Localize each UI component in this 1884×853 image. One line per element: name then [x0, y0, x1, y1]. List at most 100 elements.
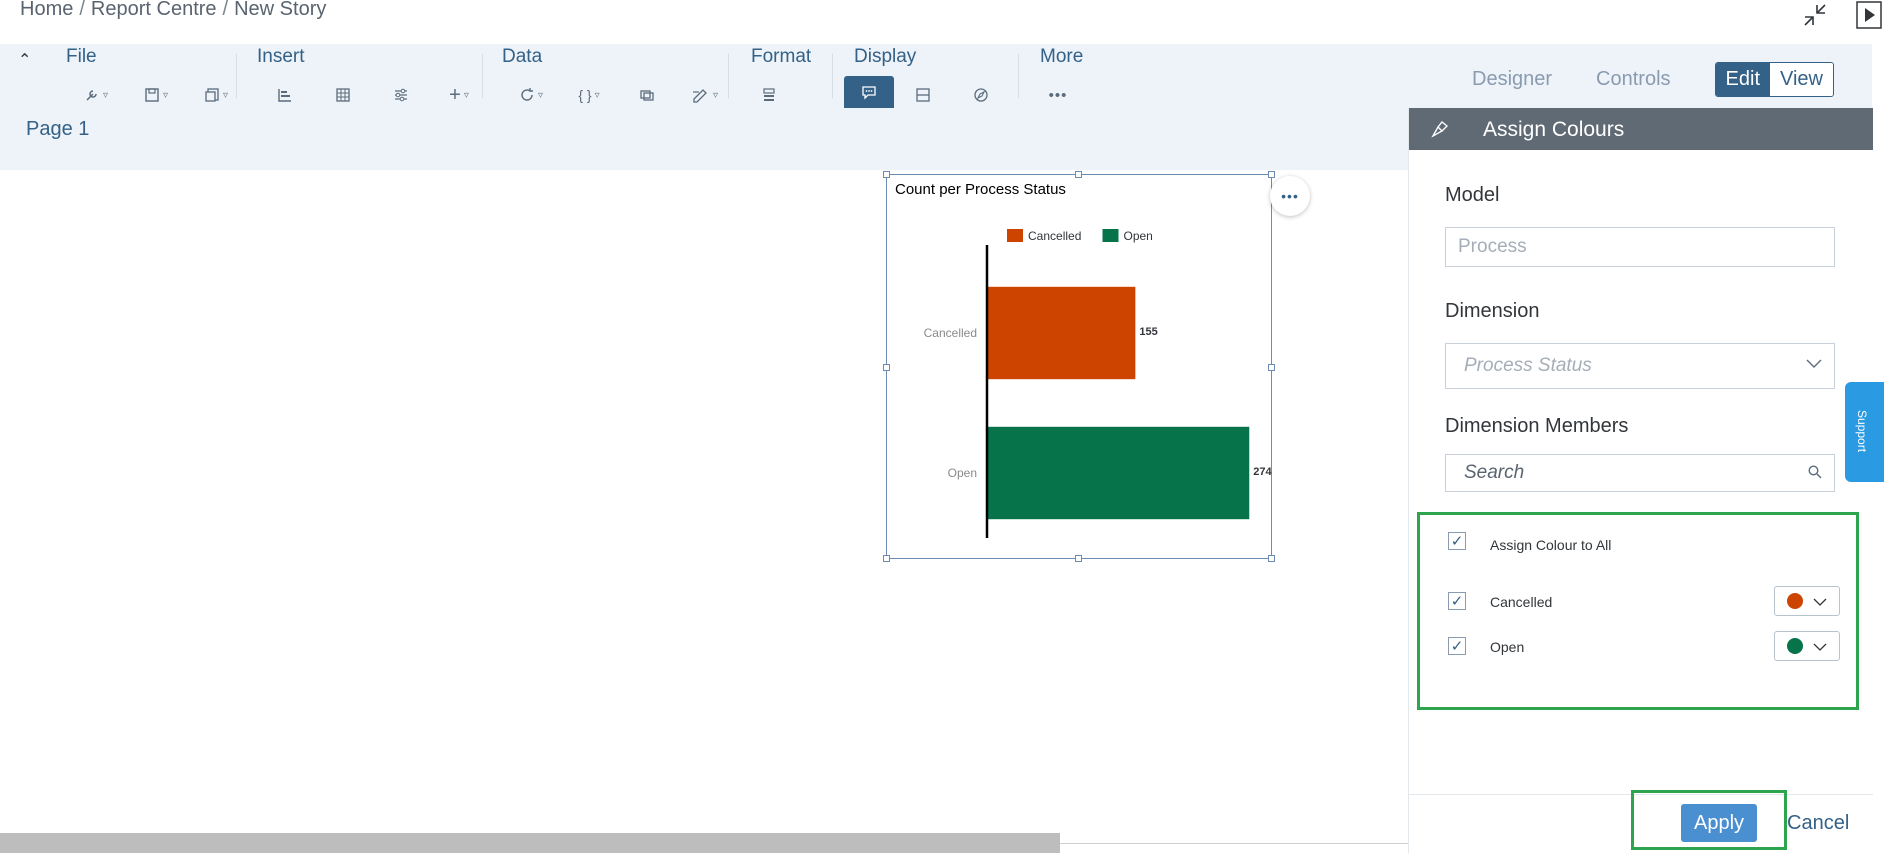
paint-brush-icon [1429, 120, 1449, 145]
legend-swatch [1007, 229, 1023, 242]
legend-swatch [1102, 229, 1119, 242]
toolbar-divider [482, 54, 483, 98]
panel-title: Assign Colours [1483, 118, 1625, 141]
breadcrumb: Home / Report Centre / New Story [20, 0, 326, 21]
resize-handle[interactable] [1075, 555, 1082, 562]
cancelled-checkbox[interactable]: ✓ [1448, 592, 1466, 610]
colour-swatch [1787, 638, 1803, 654]
collapse-fullscreen-icon[interactable] [1800, 0, 1830, 30]
category-label: Open [948, 466, 977, 480]
mode-tabs: Designer Controls Edit View [1472, 62, 1834, 97]
data-menu-label[interactable]: Data [502, 46, 542, 68]
page-tab-strip: Page 1 [0, 108, 1408, 170]
present-play-icon[interactable] [1854, 0, 1884, 30]
model-field: Process [1445, 227, 1835, 267]
dimension-label: Dimension [1445, 300, 1540, 322]
chevron-down-icon [1806, 356, 1822, 374]
designer-tab[interactable]: Designer [1472, 68, 1552, 91]
resize-handle[interactable] [1268, 364, 1275, 371]
insert-menu-label[interactable]: Insert [257, 46, 305, 68]
format-menu-label[interactable]: Format [751, 46, 811, 68]
legend-label: Open [1124, 229, 1153, 243]
legend-label: Cancelled [1028, 229, 1081, 243]
breadcrumb-report-centre[interactable]: Report Centre [91, 0, 217, 20]
collapse-toolbar-icon[interactable]: ⌃ [18, 50, 31, 70]
data-label: 274 [1253, 466, 1272, 478]
linked-analysis-icon[interactable] [618, 82, 676, 108]
explorer-icon[interactable] [952, 82, 1010, 108]
toolbar-divider [1018, 54, 1019, 98]
refresh-icon[interactable]: ▿ [502, 82, 560, 108]
chevron-down-icon [1813, 638, 1827, 654]
assign-all-label: Assign Colour to All [1490, 537, 1612, 553]
bar-cancelled [987, 286, 1136, 380]
edit-view-toggle: Edit View [1714, 62, 1834, 97]
resize-handle[interactable] [1268, 171, 1275, 178]
display-menu-label[interactable]: Display [854, 46, 916, 68]
wrench-icon[interactable]: ▿ [66, 82, 126, 108]
colour-picker-cancelled[interactable] [1774, 586, 1840, 616]
cancel-button[interactable]: Cancel [1787, 812, 1849, 835]
resize-handle[interactable] [1075, 171, 1082, 178]
resize-handle[interactable] [883, 171, 890, 178]
assign-all-checkbox[interactable]: ✓ [1448, 532, 1466, 550]
dimension-select[interactable]: Process Status [1445, 343, 1835, 389]
toolbar-divider [236, 54, 237, 98]
bar-open [987, 426, 1250, 520]
assign-all-row: ✓ Assign Colour to All [1448, 529, 1860, 553]
category-label: Cancelled [924, 326, 977, 340]
chart-icon[interactable] [256, 82, 314, 108]
dimension-members-list: ✓ Assign Colour to All ✓ Cancelled ✓ Ope… [1417, 512, 1859, 710]
support-tab[interactable]: Support [1845, 382, 1884, 482]
view-mode-button[interactable]: View [1770, 63, 1833, 96]
file-menu-label[interactable]: File [66, 46, 97, 68]
more-icon[interactable]: ••• [1040, 82, 1076, 108]
search-input[interactable]: Search [1445, 454, 1835, 492]
chart-plot: Cancelled Open Cancelled 155 Open 274 [924, 229, 1272, 538]
dimension-select-value: Process Status [1464, 355, 1592, 376]
scrollbar-track [1060, 843, 1408, 853]
layout-icon[interactable] [894, 82, 952, 108]
toolbar-divider [728, 54, 729, 98]
apply-button[interactable]: Apply [1681, 804, 1757, 842]
assign-colours-panel: Assign Colours Model Process Dimension P… [1408, 108, 1873, 853]
table-icon[interactable] [314, 82, 372, 108]
panel-header: Assign Colours [1409, 108, 1873, 150]
page-tab[interactable]: Page 1 [26, 118, 89, 141]
support-label: Support [1855, 410, 1869, 453]
member-row: ✓ Open [1448, 631, 1860, 661]
chart-widget[interactable]: Count per Process Status Cancelled Open Ca… [886, 174, 1272, 559]
search-placeholder: Search [1464, 462, 1525, 483]
horizontal-scrollbar[interactable] [0, 833, 1060, 853]
colour-swatch [1787, 593, 1803, 609]
breadcrumb-separator: / [79, 0, 85, 20]
resize-handle[interactable] [1268, 555, 1275, 562]
colour-picker-open[interactable] [1774, 631, 1840, 661]
comment-icon[interactable] [844, 76, 894, 108]
formula-icon[interactable]: { } ▿ [560, 82, 618, 108]
model-label: Model [1445, 184, 1500, 206]
styling-icon[interactable] [746, 82, 792, 108]
resize-handle[interactable] [883, 364, 890, 371]
member-label-open: Open [1490, 639, 1525, 655]
breadcrumb-separator: / [222, 0, 229, 20]
breadcrumb-new-story: New Story [234, 0, 327, 20]
dimension-members-label: Dimension Members [1445, 415, 1629, 437]
add-icon[interactable]: + ▿ [430, 82, 488, 108]
search-icon [1808, 465, 1822, 484]
resize-handle[interactable] [883, 555, 890, 562]
copy-icon[interactable]: ▿ [186, 82, 246, 108]
breadcrumb-home[interactable]: Home [20, 0, 73, 20]
member-row: ✓ Cancelled [1448, 586, 1860, 616]
data-label: 155 [1139, 326, 1157, 338]
input-control-icon[interactable] [372, 82, 430, 108]
toolbar-divider [832, 54, 833, 98]
edit-data-icon[interactable]: ▿ [676, 82, 734, 108]
more-horizontal-icon[interactable]: ••• [1270, 176, 1310, 216]
open-checkbox[interactable]: ✓ [1448, 637, 1466, 655]
chevron-down-icon [1813, 593, 1827, 609]
save-icon[interactable]: ▿ [126, 82, 186, 108]
more-menu-label[interactable]: More [1040, 46, 1083, 68]
edit-mode-button[interactable]: Edit [1715, 63, 1770, 96]
controls-tab[interactable]: Controls [1596, 68, 1670, 91]
